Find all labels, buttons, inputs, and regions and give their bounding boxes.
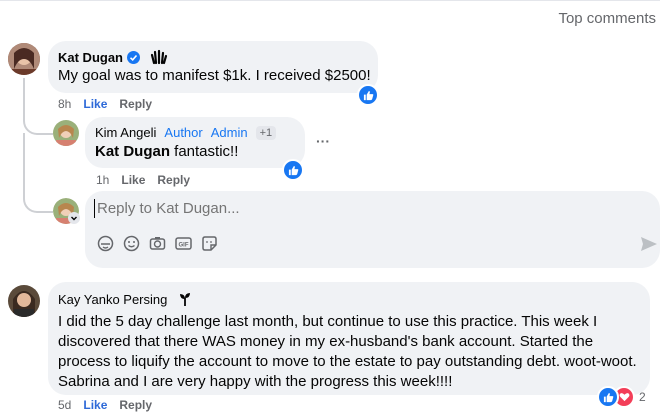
like-reaction-icon (597, 386, 619, 408)
verified-badge-icon (127, 50, 140, 64)
admin-badge: Admin (210, 125, 248, 140)
rising-fan-badge-icon[interactable] (177, 291, 193, 307)
comment-text: I did the 5 day challenge last month, bu… (58, 313, 637, 390)
like-button[interactable]: Like (121, 173, 145, 187)
avatar[interactable] (8, 43, 40, 75)
emoji-icon[interactable] (123, 235, 140, 252)
gif-icon[interactable]: GIF (175, 235, 192, 252)
avatar-photo-icon (8, 43, 40, 75)
reply-text-body: fantastic!! (170, 143, 239, 160)
composer-avatar[interactable] (53, 198, 80, 224)
sort-dropdown[interactable]: Top comments (558, 10, 656, 27)
like-button[interactable]: Like (83, 97, 107, 111)
top-divider (0, 0, 660, 1)
timestamp[interactable]: 8h (58, 97, 71, 111)
reply-bubble: Kim Angeli Author Admin +1 Kat Dugan fan… (85, 117, 305, 168)
reply-button[interactable]: Reply (157, 173, 190, 187)
comment-bubble: Kat Dugan My goal was to manifest $1k. I… (48, 41, 378, 93)
avatar-photo-icon (53, 120, 79, 146)
reply-button[interactable]: Reply (119, 398, 152, 412)
avatar-sticker-icon[interactable] (97, 235, 114, 252)
avatar-photo-icon (8, 285, 40, 317)
timestamp[interactable]: 1h (96, 173, 109, 187)
reaction-count: 2 (639, 390, 646, 404)
timestamp[interactable]: 5d (58, 398, 71, 412)
sticker-icon[interactable] (201, 235, 218, 252)
like-button[interactable]: Like (83, 398, 107, 412)
comment-author[interactable]: Kat Dugan (58, 50, 123, 65)
comment-actions: 8h Like Reply (58, 97, 152, 111)
camera-icon[interactable] (149, 235, 166, 252)
thread-line (23, 133, 53, 213)
mention-link[interactable]: Kat Dugan (95, 143, 170, 160)
avatar[interactable] (53, 120, 79, 146)
more-options-button[interactable]: ··· (316, 133, 330, 149)
chevron-down-icon[interactable] (68, 212, 80, 224)
thread-line (23, 78, 53, 135)
reply-actions: 1h Like Reply (96, 173, 190, 187)
top-fan-badge-icon[interactable] (150, 49, 168, 65)
like-reaction-icon[interactable] (357, 84, 379, 106)
avatar[interactable] (8, 285, 40, 317)
reply-text: Kat Dugan fantastic!! (95, 142, 238, 162)
send-icon[interactable] (640, 236, 658, 257)
svg-text:GIF: GIF (179, 242, 189, 248)
reply-button[interactable]: Reply (119, 97, 152, 111)
reactions-summary[interactable]: 2 (597, 386, 646, 408)
like-reaction-icon[interactable] (282, 159, 304, 181)
reply-composer: GIF (85, 191, 660, 268)
reply-author[interactable]: Kim Angeli (95, 125, 156, 140)
author-badge: Author (164, 125, 203, 140)
comment-actions: 5d Like Reply (58, 398, 152, 412)
comment-author[interactable]: Kay Yanko Persing (58, 292, 167, 307)
comment-bubble: Kay Yanko Persing I did the 5 day challe… (48, 282, 650, 395)
more-badges-count[interactable]: +1 (255, 125, 277, 140)
reply-input[interactable] (95, 199, 519, 218)
composer-toolbar: GIF (97, 235, 218, 252)
comment-text: My goal was to manifest $1k. I received … (58, 67, 371, 84)
